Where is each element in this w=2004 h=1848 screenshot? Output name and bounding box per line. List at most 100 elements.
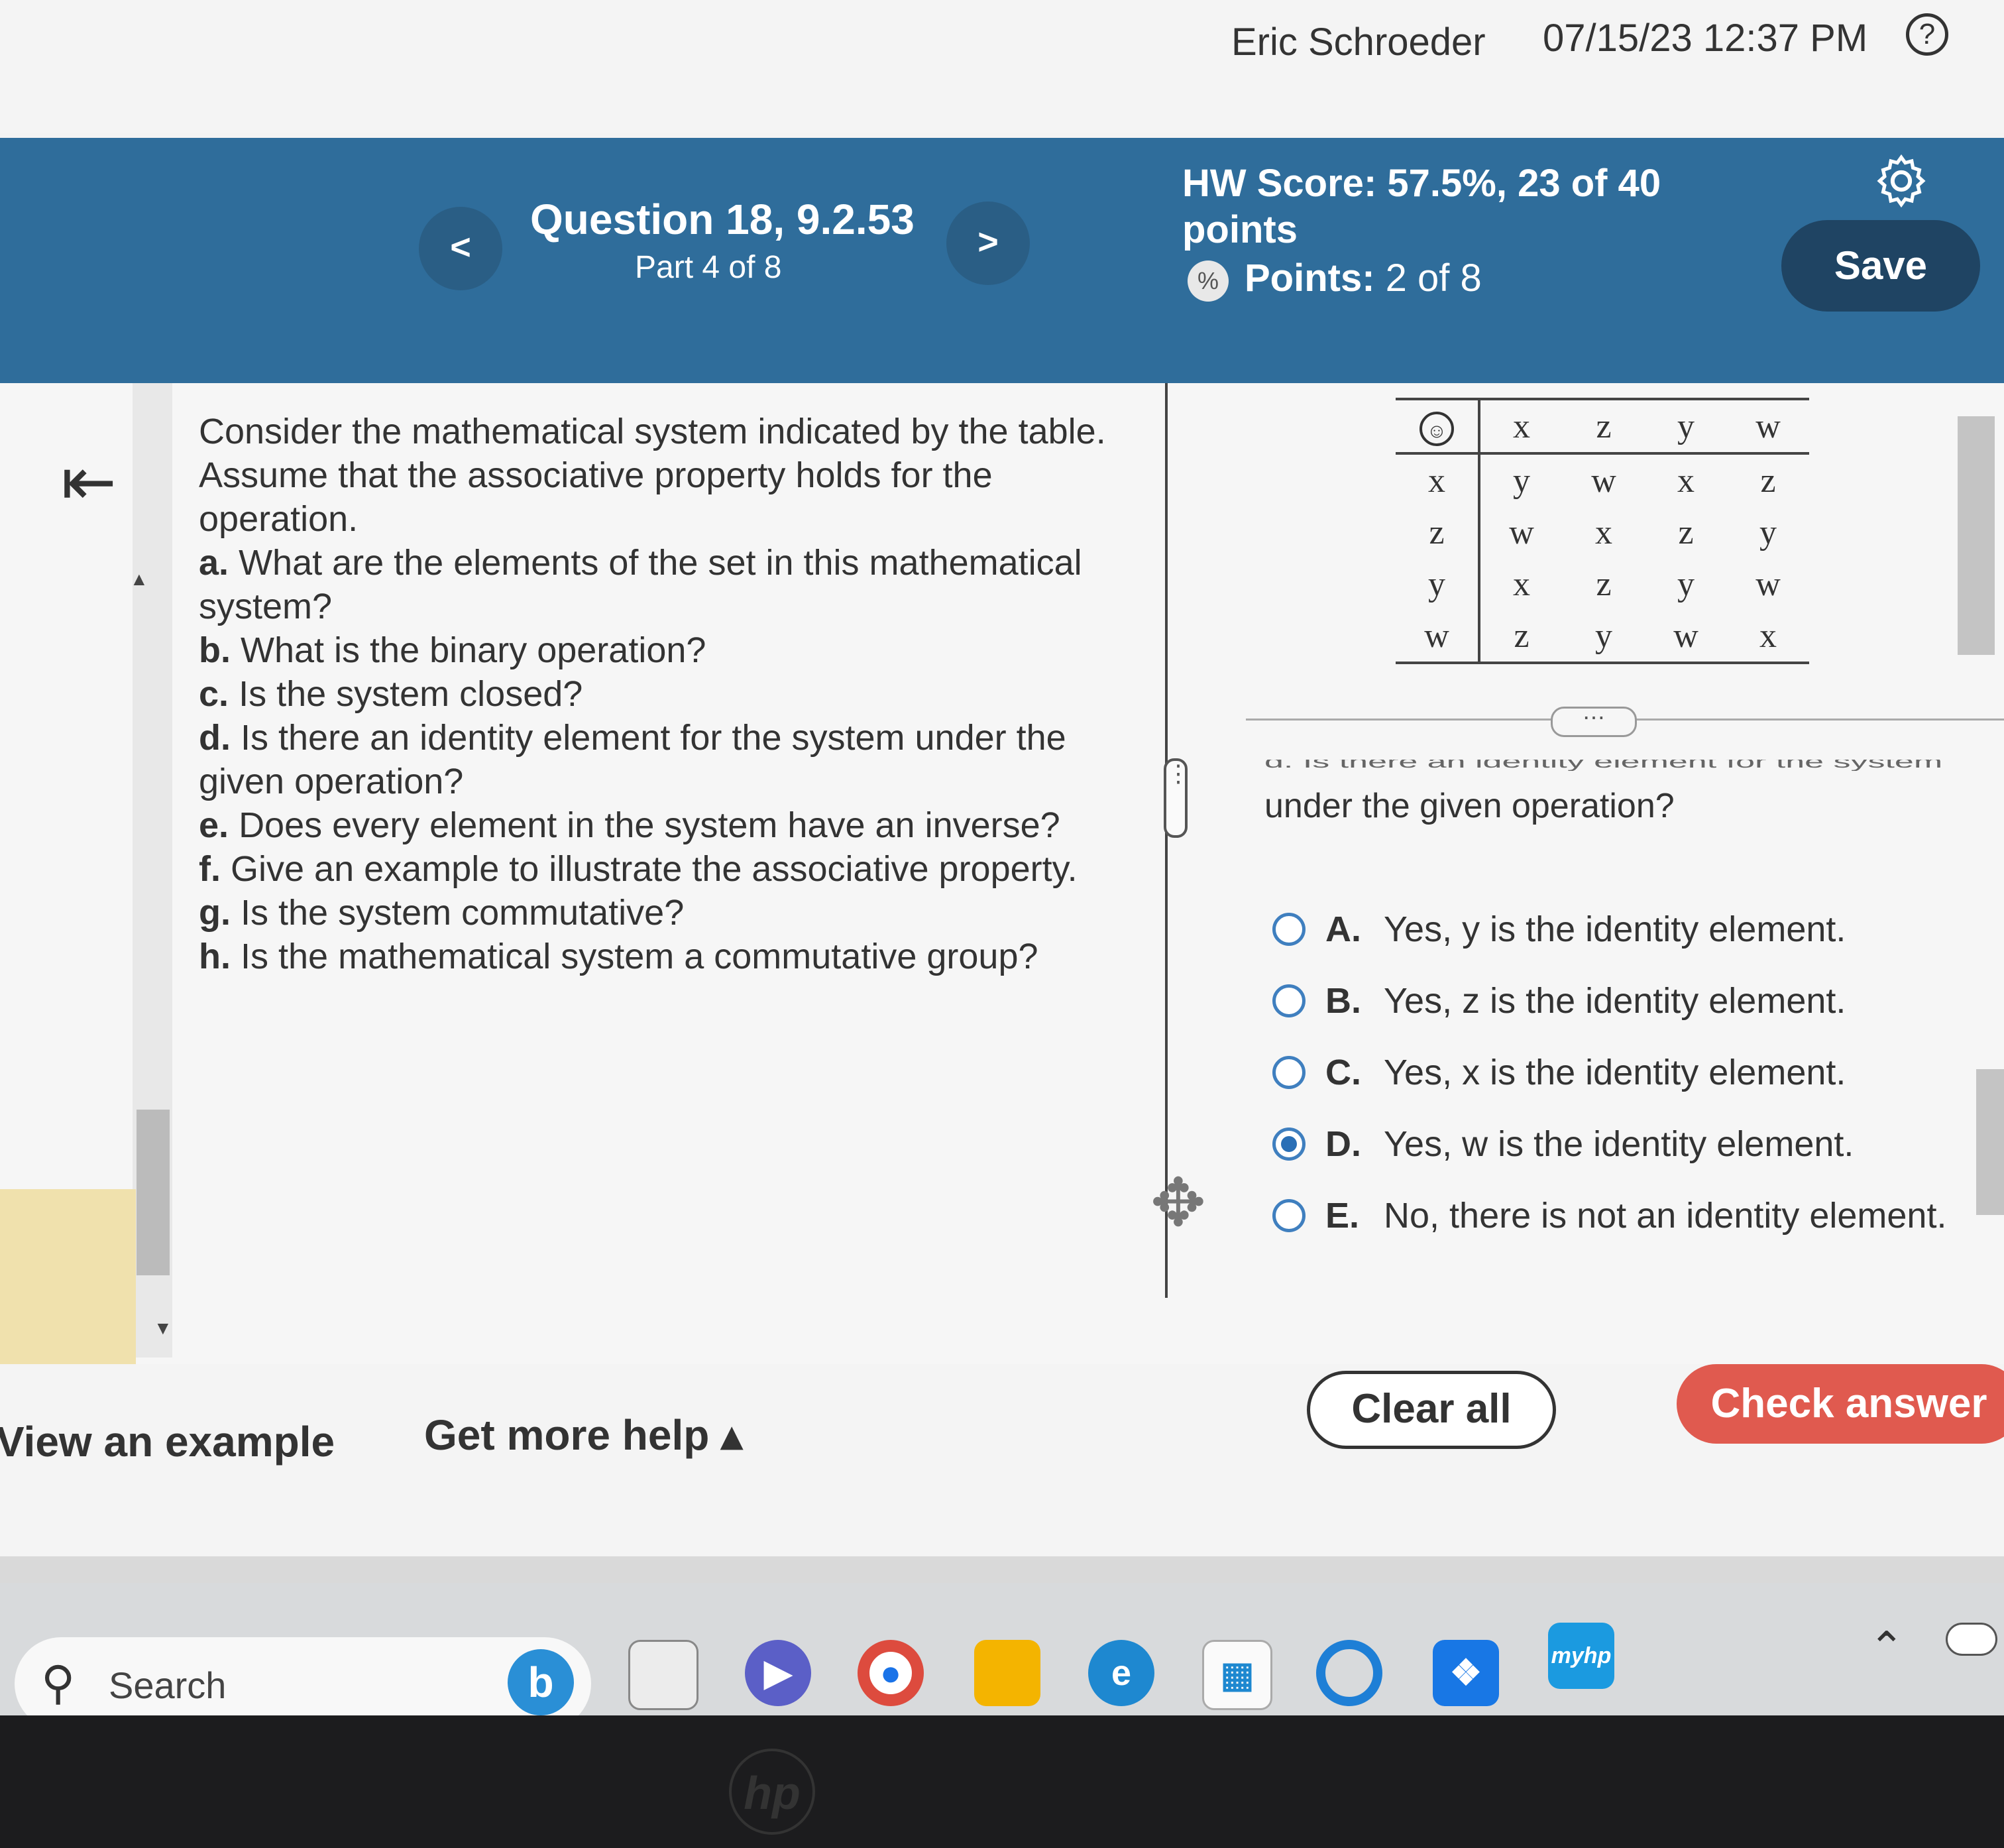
top-bar: Eric Schroeder 07/15/23 12:37 PM ? <box>0 0 2004 133</box>
table-cell: x <box>1513 565 1530 603</box>
clear-all-button[interactable]: Clear all <box>1307 1371 1556 1449</box>
myhp-icon[interactable]: myhp <box>1548 1623 1614 1689</box>
prompt-item-b: b. What is the binary operation? <box>199 630 706 670</box>
previous-question-button[interactable]: < <box>419 207 502 290</box>
laptop-bezel: hp <box>0 1715 2004 1848</box>
option-d[interactable]: D. Yes, w is the identity element. <box>1272 1108 1946 1180</box>
radio-e[interactable] <box>1272 1199 1306 1232</box>
option-letter: B. <box>1325 981 1361 1021</box>
option-a[interactable]: A. Yes, y is the identity element. <box>1272 894 1946 965</box>
question-title: Question 18, 9.2.53 <box>530 196 915 243</box>
option-e[interactable]: E. No, there is not an identity element. <box>1272 1180 1946 1251</box>
user-name: Eric Schroeder <box>1231 21 1486 64</box>
left-scrollbar-thumb[interactable] <box>137 1110 170 1275</box>
points-label: Points: <box>1245 257 1375 300</box>
screen: Eric Schroeder 07/15/23 12:37 PM ? < Que… <box>0 0 2004 1848</box>
operation-symbol-icon: ☺ <box>1396 398 1480 455</box>
option-text: Yes, w is the identity element. <box>1384 1124 1854 1164</box>
prompt-item-h: h. Is the mathematical system a commutat… <box>199 937 1038 976</box>
content-area: ⇤ ▲ ▼ Consider the mathematical system i… <box>0 383 2004 1368</box>
prompt-item-d: d. Is there an identity element for the … <box>199 718 1066 801</box>
settings-gear-icon[interactable] <box>1871 151 1931 211</box>
teams-icon[interactable]: ▶ <box>745 1640 811 1706</box>
table-cell: y <box>1677 565 1695 603</box>
table-cell: w <box>1591 461 1616 500</box>
radio-c[interactable] <box>1272 1056 1306 1089</box>
row-header: w <box>1396 610 1480 664</box>
store-icon[interactable]: ▦ <box>1202 1640 1272 1710</box>
footer-divider <box>0 1556 2004 1583</box>
hw-score-label: HW Score: <box>1182 162 1377 205</box>
search-input[interactable]: Search <box>109 1664 226 1707</box>
datetime: 07/15/23 12:37 PM <box>1543 17 1868 60</box>
table-cell: y <box>1513 461 1530 500</box>
column-header: z <box>1563 398 1645 455</box>
check-answer-button[interactable]: Check answer <box>1677 1364 2004 1444</box>
task-view-icon[interactable] <box>628 1640 698 1710</box>
resize-handle[interactable]: ⋯ <box>1551 707 1637 737</box>
question-part: Part 4 of 8 <box>635 250 782 285</box>
row-header: x <box>1396 453 1480 506</box>
hp-logo: hp <box>729 1749 815 1835</box>
move-cursor-icon: ✥ <box>1150 1166 1206 1240</box>
view-example-link[interactable]: View an example <box>0 1417 335 1466</box>
panel-divider[interactable] <box>1165 383 1168 1298</box>
option-letter: D. <box>1325 1124 1361 1164</box>
prompt-item-c: c. Is the system closed? <box>199 674 583 714</box>
dropbox-icon[interactable]: ❖ <box>1433 1640 1499 1706</box>
get-more-help-link[interactable]: Get more help ▴ <box>424 1411 742 1460</box>
table-cell: y <box>1563 610 1645 664</box>
help-icon[interactable]: ? <box>1906 13 1948 56</box>
save-button[interactable]: Save <box>1781 220 1980 312</box>
question-text-partial: d. Is there an identity element for the … <box>1264 760 1943 771</box>
hw-score: HW Score: 57.5%, 23 of 40 points <box>1182 160 1686 253</box>
question-header: < Question 18, 9.2.53 Part 4 of 8 > HW S… <box>0 138 2004 383</box>
table-row: x y w x z <box>1396 453 1809 506</box>
collapse-panel-icon[interactable]: ⇤ <box>61 443 117 520</box>
taskbar: ⚲ Search b ▶ ● e ▦ ❖ myhp ⌃ <box>0 1583 2004 1730</box>
chrome-icon[interactable]: ● <box>858 1640 924 1706</box>
scroll-up-arrow-icon[interactable]: ▲ <box>130 569 148 590</box>
table-cell: x <box>1727 610 1809 664</box>
row-header: y <box>1396 558 1480 610</box>
chevron-up-icon[interactable]: ⌃ <box>1869 1623 1905 1672</box>
option-b[interactable]: B. Yes, z is the identity element. <box>1272 965 1946 1037</box>
radio-d-selected[interactable] <box>1272 1127 1306 1161</box>
table-cell: x <box>1677 461 1695 500</box>
sticky-note <box>0 1189 136 1368</box>
row-header: z <box>1396 506 1480 558</box>
right-scrollbar-thumb-top[interactable] <box>1958 416 1995 655</box>
column-header: x <box>1479 398 1563 455</box>
search-icon: ⚲ <box>41 1657 76 1709</box>
bing-icon[interactable]: b <box>508 1649 574 1715</box>
scroll-down-arrow-icon[interactable]: ▼ <box>154 1318 172 1339</box>
table-cell: y <box>1759 513 1777 551</box>
option-letter: A. <box>1325 909 1361 949</box>
table-row: w z y w x <box>1396 610 1809 664</box>
prompt-item-f: f. Give an example to illustrate the ass… <box>199 849 1078 889</box>
partial-credit-icon: % <box>1188 260 1229 302</box>
right-scrollbar-thumb-bottom[interactable] <box>1976 1069 2004 1215</box>
table-cell: z <box>1678 513 1694 551</box>
question-prompt: Consider the mathematical system indicat… <box>199 410 1140 978</box>
radio-b[interactable] <box>1272 984 1306 1017</box>
answer-options: A. Yes, y is the identity element. B. Ye… <box>1272 894 1946 1251</box>
onedrive-cloud-icon[interactable] <box>1946 1623 1997 1656</box>
table-cell: x <box>1595 513 1612 551</box>
divider-drag-handle[interactable]: ⋮ <box>1164 758 1190 838</box>
table-cell: w <box>1755 565 1781 603</box>
prompt-item-a: a. What are the elements of the set in t… <box>199 543 1082 626</box>
option-c[interactable]: C. Yes, x is the identity element. <box>1272 1037 1946 1108</box>
table-cell: z <box>1760 461 1776 500</box>
option-letter: C. <box>1325 1053 1361 1092</box>
next-question-button[interactable]: > <box>946 202 1030 285</box>
cortana-icon[interactable] <box>1316 1640 1382 1706</box>
edge-icon[interactable]: e <box>1088 1640 1154 1706</box>
option-text: No, there is not an identity element. <box>1384 1196 1947 1236</box>
radio-a[interactable] <box>1272 913 1306 946</box>
file-explorer-icon[interactable] <box>974 1640 1040 1706</box>
table-header-row: ☺ x z y w <box>1396 398 1809 455</box>
table-cell: z <box>1596 565 1612 603</box>
prompt-intro: Consider the mathematical system indicat… <box>199 412 1106 539</box>
table-row: y x z y w <box>1396 558 1809 610</box>
